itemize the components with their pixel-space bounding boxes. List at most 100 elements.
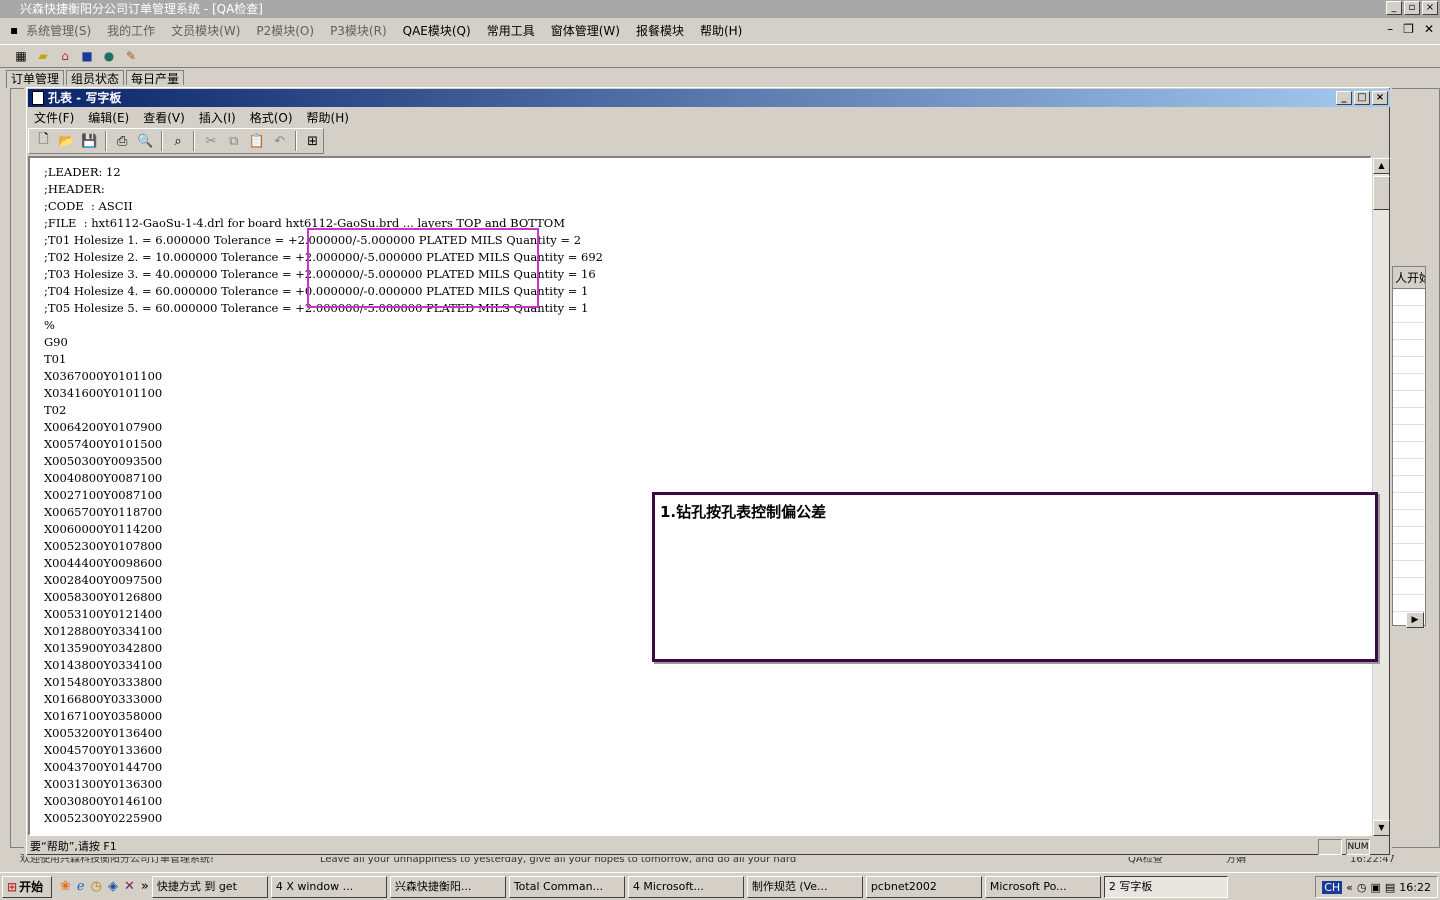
print-preview-icon[interactable]: 🔍 [135,130,156,152]
document-line: X0052300Y0225900 [44,811,163,825]
tray-clock-icon[interactable]: ◷ [1357,881,1367,894]
ie-icon[interactable]: ℯ [77,879,85,894]
paste-icon[interactable]: 📋 [246,130,267,152]
clock: 16:22 [1399,880,1431,894]
tray-monitor-icon[interactable]: ▤ [1385,881,1395,894]
tray-expand-icon[interactable]: « [1346,881,1353,894]
wordpad-title-bar[interactable]: 孔表 - 写字板 _ □ × [28,89,1390,107]
grid-header: 人开始 [1393,267,1425,289]
document-line: X0040800Y0087100 [44,471,163,485]
start-button[interactable]: ⊞ 开始 [2,875,52,898]
menu-insert[interactable]: 插入(I) [199,109,236,126]
tray-network-icon[interactable]: ▣ [1370,881,1380,894]
menu-tools[interactable]: 常用工具 [487,22,535,39]
annotation-callout: 1.钻孔按孔表控制偏公差 [652,492,1378,662]
mdi-minimize-button[interactable]: – [1387,22,1393,36]
document-line: X0128800Y0334100 [44,624,163,638]
app-restore-button[interactable]: ▫ [1404,1,1420,15]
app-toolbar: ▦ ▰ ⌂ ■ ● ✎ [0,44,1440,68]
menu-p2[interactable]: P2模块(O) [256,22,314,39]
document-line: T01 [44,352,67,366]
taskbar: ⊞ 开始 ❀ ℯ ◷ ◈ ✕ » 快捷方式 到 get 4 X window .… [0,872,1440,900]
menu-wp-help[interactable]: 帮助(H) [307,109,349,126]
annotation-text: 1.钻孔按孔表控制偏公差 [660,503,827,521]
chevron-icon[interactable]: » [141,879,149,894]
save-icon[interactable]: ■ [78,47,96,65]
document-line: ;LEADER: 12 [44,165,121,179]
task-excel[interactable]: 4 Microsoft... [627,875,744,898]
menu-qae[interactable]: QAE模块(Q) [403,22,471,39]
menu-edit[interactable]: 编辑(E) [88,109,129,126]
status-help-hint: 要“帮助”,请按 F1 [30,840,117,853]
wordpad-status-bar: 要“帮助”,请按 F1 NUM [28,838,1390,856]
menu-meal[interactable]: 报餐模块 [636,22,684,39]
app-close-button[interactable]: × [1422,1,1438,15]
x-icon[interactable]: ✕ [124,879,135,894]
globe-icon[interactable]: ● [100,47,118,65]
document-line: X0367000Y0101100 [44,369,163,383]
document-line: ;HEADER: [44,182,105,196]
menu-my-work[interactable]: 我的工作 [107,22,155,39]
background-grid: 人开始 [1392,266,1426,626]
menu-clerk[interactable]: 文员模块(W) [171,22,240,39]
wordpad-close-button[interactable]: × [1372,91,1388,105]
document-line: X0053200Y0136400 [44,726,163,740]
scroll-right-arrow-icon[interactable]: ▶ [1406,612,1424,628]
menu-window[interactable]: 窗体管理(W) [551,22,620,39]
tolerance-highlight-box [307,228,539,308]
menu-p3[interactable]: P3模块(R) [330,22,387,39]
task-totalcmd[interactable]: Total Comman... [508,875,625,898]
document-line: X0028400Y0097500 [44,573,163,587]
cut-icon[interactable]: ✂ [200,130,221,152]
tools-icon[interactable]: ✎ [122,47,140,65]
document-line: X0065700Y0118700 [44,505,163,519]
document-line: X0030800Y0146100 [44,794,163,808]
find-icon[interactable]: ⌕ [168,130,189,152]
clock-icon[interactable]: ◷ [91,879,102,894]
folder-icon[interactable]: ▰ [34,47,52,65]
windows-logo-icon: ⊞ [7,879,18,894]
mdi-restore-button[interactable]: ❐ [1403,22,1414,36]
msn-icon[interactable]: ❀ [60,879,71,894]
menu-view[interactable]: 查看(V) [143,109,185,126]
task-app[interactable]: 兴森快捷衡阳... [389,875,506,898]
copy-icon[interactable]: ⧉ [223,130,244,152]
ime-icon[interactable]: CH [1322,880,1343,894]
task-powerpoint[interactable]: Microsoft Po... [984,875,1101,898]
task-xwindow[interactable]: 4 X window ... [270,875,387,898]
menu-system[interactable]: 系统管理(S) [26,22,91,39]
menu-help[interactable]: 帮助(H) [700,22,742,39]
scroll-down-arrow-icon[interactable]: ▼ [1373,820,1390,836]
document-line: T02 [44,403,67,417]
mdi-close-button[interactable]: ✕ [1424,22,1434,36]
app-minimize-button[interactable]: _ [1386,1,1402,15]
app-menu-icon[interactable]: ▪ [10,23,18,37]
wordpad-maximize-button[interactable]: □ [1354,91,1370,105]
grid-icon[interactable]: ▦ [12,47,30,65]
menu-file[interactable]: 文件(F) [34,109,74,126]
undo-icon[interactable]: ↶ [269,130,290,152]
document-line: X0341600Y0101100 [44,386,163,400]
system-tray: CH « ◷ ▣ ▤ 16:22 [1315,876,1438,898]
document-line: % [44,318,55,332]
scroll-up-arrow-icon[interactable]: ▲ [1373,158,1390,174]
document-line: X0031300Y0136300 [44,777,163,791]
task-shortcut[interactable]: 快捷方式 到 get [151,875,268,898]
quick-launch: ❀ ℯ ◷ ◈ ✕ » [60,879,149,894]
wordpad-minimize-button[interactable]: _ [1336,91,1352,105]
menu-format[interactable]: 格式(O) [250,109,293,126]
task-spec[interactable]: 制作规范 (Ve... [746,875,863,898]
task-pcbnet[interactable]: pcbnet2002 [865,875,982,898]
insert-object-icon[interactable]: ⊞ [302,130,323,152]
scroll-thumb[interactable] [1373,176,1390,210]
document-line: X0027100Y0087100 [44,488,163,502]
wordpad-toolbar: 🗋 📂 💾 ⎙ 🔍 ⌕ ✂ ⧉ 📋 ↶ ⊞ [28,128,324,154]
open-folder-icon[interactable]: 📂 [56,130,77,152]
task-wordpad[interactable]: 2 写字板 [1103,875,1228,898]
document-line: X0050300Y0093500 [44,454,163,468]
save-icon[interactable]: 💾 [79,130,100,152]
new-document-icon[interactable]: 🗋 [33,130,54,152]
home-icon[interactable]: ⌂ [56,47,74,65]
outlook-icon[interactable]: ◈ [108,879,118,894]
print-icon[interactable]: ⎙ [112,130,133,152]
